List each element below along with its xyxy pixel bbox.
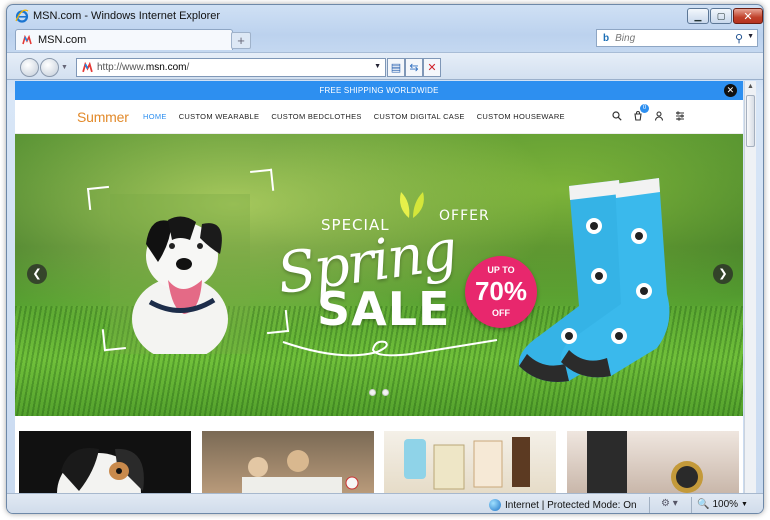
maximize-button[interactable]: ▢ [710, 8, 732, 24]
search-input[interactable]: Bing [615, 33, 635, 44]
address-dropdown-icon[interactable]: ▼ [374, 63, 381, 70]
zoom-level: 100% [712, 499, 739, 510]
status-separator [691, 497, 692, 513]
carousel-prev-button[interactable]: ❮ [27, 264, 47, 284]
zoom-control[interactable]: 🔍 100% ▼ [697, 499, 748, 510]
compatibility-view-icon[interactable]: ▤ [387, 58, 405, 77]
search-dropdown-icon[interactable]: ▼ [747, 33, 754, 40]
scroll-up-icon[interactable]: ▲ [745, 81, 756, 93]
menu-item-custom-wearable[interactable]: CUSTOM WEARABLE [179, 112, 260, 121]
leaf-icon [400, 192, 424, 218]
photo-frame [85, 167, 292, 354]
vertical-scrollbar[interactable]: ▲ [744, 81, 756, 493]
product-grid [19, 431, 743, 493]
close-window-button[interactable]: ✕ [733, 8, 763, 24]
product-tile-candy[interactable] [384, 431, 556, 493]
history-dropdown-icon[interactable]: ▼ [61, 64, 68, 71]
site-header: Summer HOME CUSTOM WEARABLE CUSTOM BEDCL… [15, 100, 743, 134]
dog-portrait-image [57, 447, 144, 493]
minimize-button[interactable]: ▁ [687, 8, 709, 24]
globe-icon [489, 499, 501, 511]
status-separator [649, 497, 650, 513]
cart-icon[interactable]: 0 [632, 104, 649, 122]
zoom-dropdown-icon[interactable]: ▼ [741, 501, 748, 508]
product-tile-dog[interactable] [19, 431, 191, 493]
new-tab-button[interactable]: + [231, 32, 251, 49]
protected-mode-icon[interactable]: ⚙ ▾ [661, 498, 678, 509]
close-banner-icon[interactable]: ✕ [724, 84, 737, 97]
product-tile-baseball[interactable] [202, 431, 374, 493]
scroll-thumb[interactable] [746, 95, 755, 147]
socks-product-image [518, 178, 670, 382]
search-icon[interactable]: ⚲ [735, 32, 743, 45]
zone-text: Internet | Protected Mode: On [505, 499, 637, 511]
url-suffix: / [186, 62, 190, 73]
shipping-banner: FREE SHIPPING WORLDWIDE ✕ [15, 81, 743, 100]
menu-item-custom-houseware[interactable]: CUSTOM HOUSEWARE [477, 112, 565, 121]
hero-banner[interactable]: SPECIAL OFFER Spring SALE UP TO 70% OFF [15, 134, 743, 416]
candy-photo-image [404, 437, 530, 490]
back-button[interactable] [20, 58, 39, 77]
tab-label: MSN.com [38, 34, 87, 46]
main-menu: HOME CUSTOM WEARABLE CUSTOM BEDCLOTHES C… [143, 112, 565, 121]
window-title: MSN.com - Windows Internet Explorer [33, 10, 221, 22]
msn-favicon-icon [82, 62, 93, 73]
menu-item-home[interactable]: HOME [143, 112, 167, 121]
msn-favicon-icon [22, 35, 32, 45]
menu-item-custom-digital-case[interactable]: CUSTOM DIGITAL CASE [374, 112, 465, 121]
page-viewport: FREE SHIPPING WORLDWIDE ✕ Summer HOME CU… [15, 81, 743, 493]
site-logo[interactable]: Summer [77, 109, 129, 125]
header-icons: 0 [611, 104, 686, 122]
security-zone[interactable]: Internet | Protected Mode: On [489, 499, 637, 511]
forward-button[interactable] [40, 58, 59, 77]
baseball-photo-image [242, 450, 359, 493]
shipping-text: FREE SHIPPING WORLDWIDE [319, 86, 439, 95]
carousel-dot-2[interactable] [382, 389, 389, 396]
url-prefix: http://www. [97, 62, 146, 73]
search-icon[interactable] [611, 110, 623, 122]
title-bar: MSN.com - Windows Internet Explorer ▁ ▢ … [7, 5, 763, 27]
menu-item-custom-bedclothes[interactable]: CUSTOM BEDCLOTHES [271, 112, 361, 121]
navigation-bar: ▼ http://www. msn.com / ▼ ▤ ⇆ ✕ [7, 52, 763, 80]
carousel-dots [369, 389, 389, 396]
address-bar[interactable]: http://www. msn.com / ▼ [76, 58, 386, 77]
url-domain: msn.com [145, 62, 187, 73]
carousel-dot-1[interactable] [369, 389, 376, 396]
watch-photo-image [587, 431, 703, 493]
settings-icon[interactable] [674, 110, 686, 122]
stop-icon[interactable]: ✕ [423, 58, 441, 77]
status-bar: Internet | Protected Mode: On ⚙ ▾ 🔍 100%… [7, 493, 763, 513]
bing-icon: b [603, 32, 610, 44]
hero-sale-text: SALE [317, 282, 451, 336]
product-tile-watch[interactable] [567, 431, 739, 493]
ie-logo-icon [15, 9, 29, 23]
zoom-icon: 🔍 [697, 499, 710, 510]
search-box[interactable]: b Bing ⚲ ▼ [596, 29, 758, 47]
swirl-decoration [282, 339, 498, 357]
refresh-icon[interactable]: ⇆ [405, 58, 423, 77]
cart-count-badge: 0 [640, 104, 649, 113]
carousel-next-button[interactable]: ❯ [713, 264, 733, 284]
user-icon[interactable] [653, 110, 665, 122]
browser-tab[interactable]: MSN.com [15, 29, 233, 50]
browser-window: MSN.com - Windows Internet Explorer ▁ ▢ … [6, 4, 764, 514]
